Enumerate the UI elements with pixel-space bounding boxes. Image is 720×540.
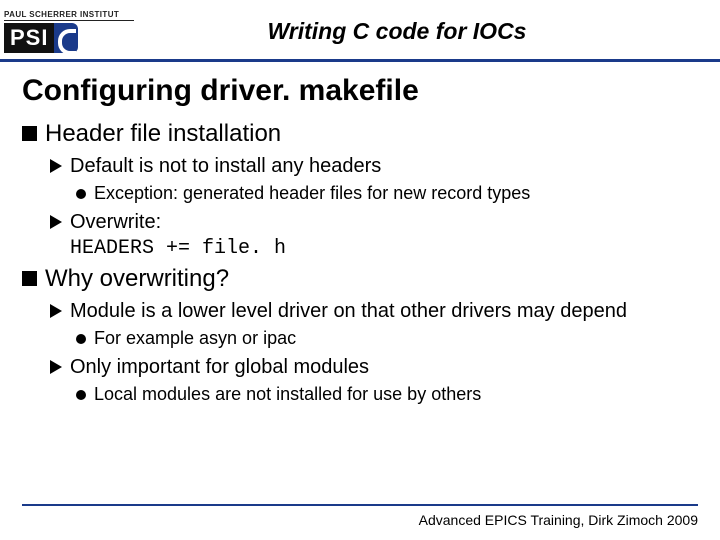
bullet-text: Why overwriting?: [45, 265, 229, 293]
bullet-text: Exception: generated header files for ne…: [94, 183, 530, 204]
triangle-bullet-icon: [50, 159, 62, 173]
bullet-lvl2: Default is not to install any headers: [50, 154, 698, 179]
logo-divider: [4, 20, 134, 21]
square-bullet-icon: [22, 126, 37, 141]
psi-abbrev: PSI: [4, 23, 54, 53]
bullet-text: Local modules are not installed for use …: [94, 384, 481, 405]
slide-title: Writing C code for IOCs: [134, 18, 700, 45]
bullet-lvl3: Exception: generated header files for ne…: [76, 183, 698, 204]
overwrite-label: Overwrite:: [70, 211, 161, 233]
bullet-text: Default is not to install any headers: [70, 154, 381, 179]
bullet-lvl1: Why overwriting?: [22, 265, 698, 293]
footer-divider: [22, 504, 698, 506]
content: Configuring driver. makefile Header file…: [0, 62, 720, 405]
psi-c-icon: [54, 23, 78, 53]
bullet-lvl2: Only important for global modules: [50, 355, 698, 380]
bullet-text: Only important for global modules: [70, 355, 369, 380]
institute-name: PAUL SCHERRER INSTITUT: [4, 10, 134, 19]
psi-badge: PSI: [4, 23, 134, 53]
square-bullet-icon: [22, 271, 37, 286]
code-snippet: HEADERS += file. h: [70, 237, 286, 260]
bullet-lvl3: Local modules are not installed for use …: [76, 384, 698, 405]
page-heading: Configuring driver. makefile: [22, 74, 698, 108]
header: PAUL SCHERRER INSTITUT PSI Writing C cod…: [0, 0, 720, 62]
bullet-lvl1: Header file installation: [22, 120, 698, 148]
bullet-text: For example asyn or ipac: [94, 328, 296, 349]
dot-bullet-icon: [76, 189, 86, 199]
bullet-lvl3: For example asyn or ipac: [76, 328, 698, 349]
footer-text: Advanced EPICS Training, Dirk Zimoch 200…: [419, 512, 698, 528]
bullet-lvl2: Overwrite: HEADERS += file. h: [50, 210, 698, 261]
dot-bullet-icon: [76, 390, 86, 400]
bullet-text: Header file installation: [45, 120, 281, 148]
bullet-text: Module is a lower level driver on that o…: [70, 299, 627, 324]
triangle-bullet-icon: [50, 215, 62, 229]
triangle-bullet-icon: [50, 360, 62, 374]
dot-bullet-icon: [76, 334, 86, 344]
bullet-lvl2: Module is a lower level driver on that o…: [50, 299, 698, 324]
psi-logo: PAUL SCHERRER INSTITUT PSI: [4, 10, 134, 53]
triangle-bullet-icon: [50, 304, 62, 318]
bullet-text: Overwrite: HEADERS += file. h: [70, 210, 286, 261]
